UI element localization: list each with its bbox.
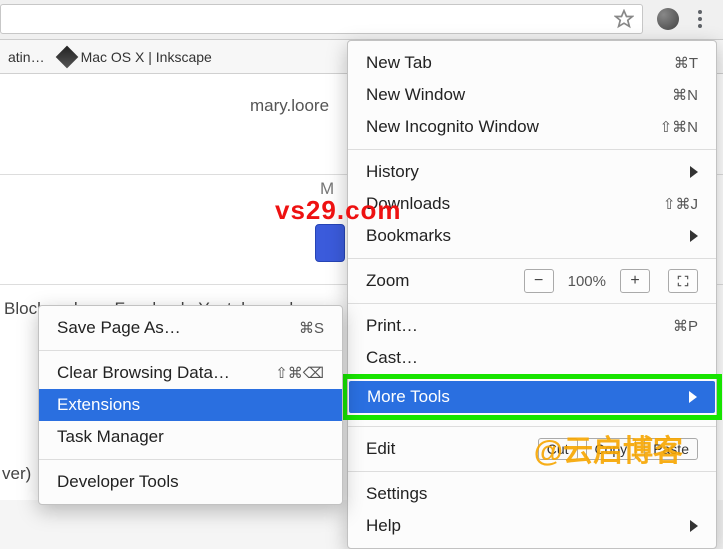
menu-item-new-incognito[interactable]: New Incognito Window ⇧⌘N bbox=[348, 111, 716, 143]
chrome-main-menu: New Tab ⌘T New Window ⌘N New Incognito W… bbox=[347, 40, 717, 549]
menu-separator bbox=[39, 459, 342, 460]
inkscape-icon bbox=[55, 45, 78, 68]
bookmark-label: atin… bbox=[8, 49, 45, 65]
page-button[interactable] bbox=[315, 224, 345, 262]
menu-item-help[interactable]: Help bbox=[348, 510, 716, 542]
bookmark-item[interactable]: Mac OS X | Inkscape bbox=[59, 49, 212, 65]
more-tools-highlight: More Tools bbox=[342, 374, 722, 420]
fullscreen-button[interactable] bbox=[668, 269, 698, 293]
submenu-item-save-page[interactable]: Save Page As… ⌘S bbox=[39, 312, 342, 344]
menu-item-downloads[interactable]: Downloads ⇧⌘J bbox=[348, 188, 716, 220]
chevron-right-icon bbox=[690, 520, 698, 532]
menu-item-zoom: Zoom − 100% + bbox=[348, 265, 716, 297]
submenu-item-dev-tools[interactable]: Developer Tools bbox=[39, 466, 342, 498]
submenu-item-extensions[interactable]: Extensions bbox=[39, 389, 342, 421]
menu-separator bbox=[348, 303, 716, 304]
zoom-out-button[interactable]: − bbox=[524, 269, 554, 293]
browser-toolbar bbox=[0, 0, 723, 40]
watermark-text: @云启博客 bbox=[534, 426, 683, 470]
email-text: mary.loore bbox=[250, 96, 329, 116]
bookmark-star-icon[interactable] bbox=[614, 9, 634, 29]
ver-fragment: ver) bbox=[2, 464, 31, 484]
menu-item-new-window[interactable]: New Window ⌘N bbox=[348, 79, 716, 111]
watermark-text: vs29.com bbox=[275, 195, 402, 226]
zoom-value: 100% bbox=[562, 273, 612, 290]
more-tools-submenu: Save Page As… ⌘S Clear Browsing Data… ⇧⌘… bbox=[38, 305, 343, 505]
omnibox[interactable] bbox=[0, 4, 643, 34]
menu-separator bbox=[348, 149, 716, 150]
menu-separator bbox=[348, 471, 716, 472]
menu-item-more-tools[interactable]: More Tools bbox=[349, 381, 715, 413]
menu-item-history[interactable]: History bbox=[348, 156, 716, 188]
submenu-item-task-manager[interactable]: Task Manager bbox=[39, 421, 342, 453]
bookmark-label: Mac OS X | Inkscape bbox=[81, 49, 212, 65]
menu-item-cast[interactable]: Cast… bbox=[348, 342, 716, 374]
chevron-right-icon bbox=[690, 230, 698, 242]
menu-item-new-tab[interactable]: New Tab ⌘T bbox=[348, 47, 716, 79]
zoom-in-button[interactable]: + bbox=[620, 269, 650, 293]
submenu-item-clear-data[interactable]: Clear Browsing Data… ⇧⌘⌫ bbox=[39, 357, 342, 389]
bookmark-item[interactable]: atin… bbox=[8, 49, 45, 65]
menu-item-settings[interactable]: Settings bbox=[348, 478, 716, 510]
chevron-right-icon bbox=[689, 391, 697, 403]
chevron-right-icon bbox=[690, 166, 698, 178]
extension-icon[interactable] bbox=[657, 8, 679, 30]
menu-separator bbox=[39, 350, 342, 351]
chrome-menu-icon[interactable] bbox=[689, 8, 711, 30]
menu-item-print[interactable]: Print… ⌘P bbox=[348, 310, 716, 342]
menu-item-bookmarks[interactable]: Bookmarks bbox=[348, 220, 716, 252]
menu-separator bbox=[348, 258, 716, 259]
